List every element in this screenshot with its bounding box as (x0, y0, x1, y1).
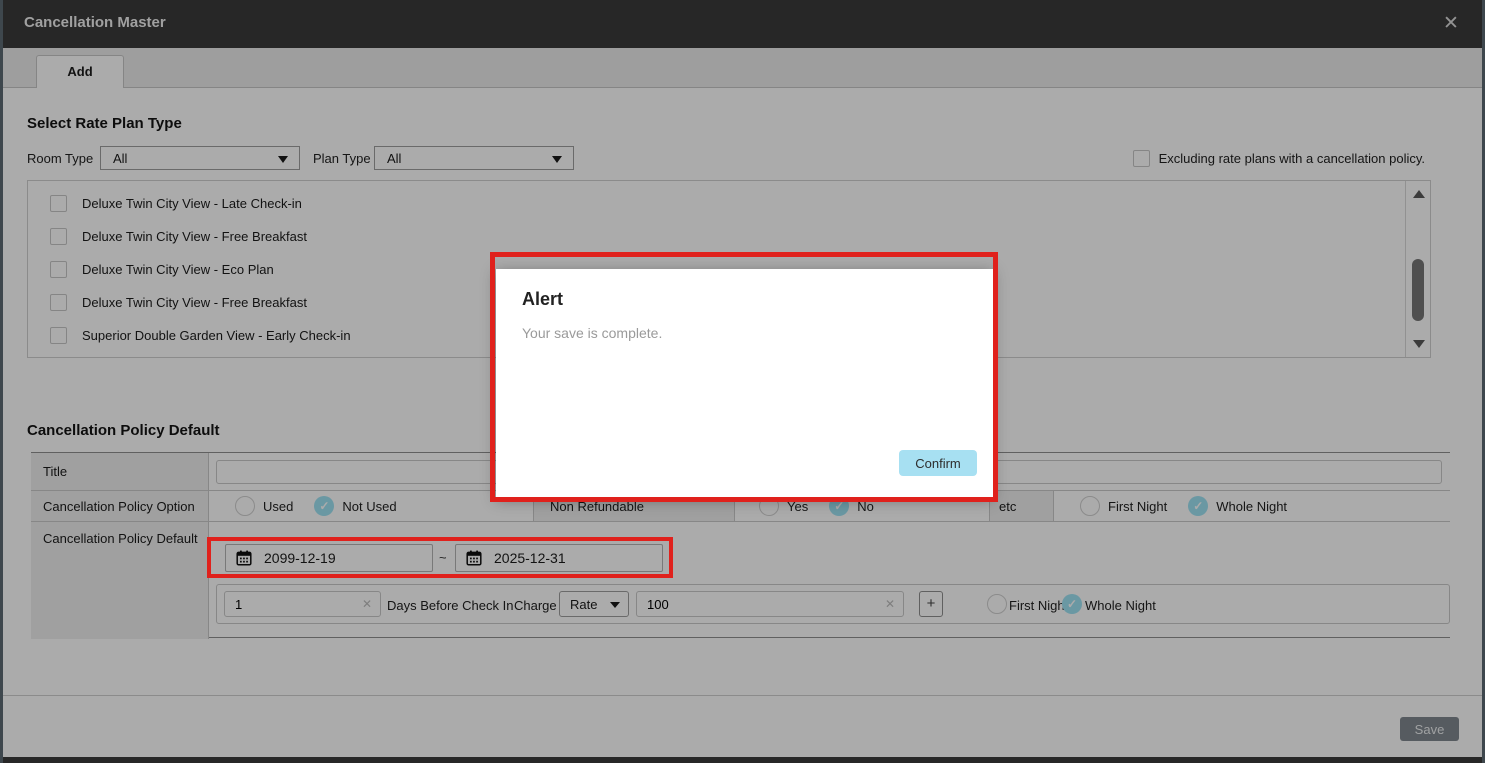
cancellation-master-window: Cancellation Master Add Select Rate Plan… (0, 0, 1485, 763)
confirm-button[interactable]: Confirm (899, 450, 977, 476)
alert-message: Your save is complete. (522, 325, 663, 341)
alert-title: Alert (522, 289, 564, 309)
alert-dialog: Alert Your save is complete. Confirm (496, 269, 993, 497)
